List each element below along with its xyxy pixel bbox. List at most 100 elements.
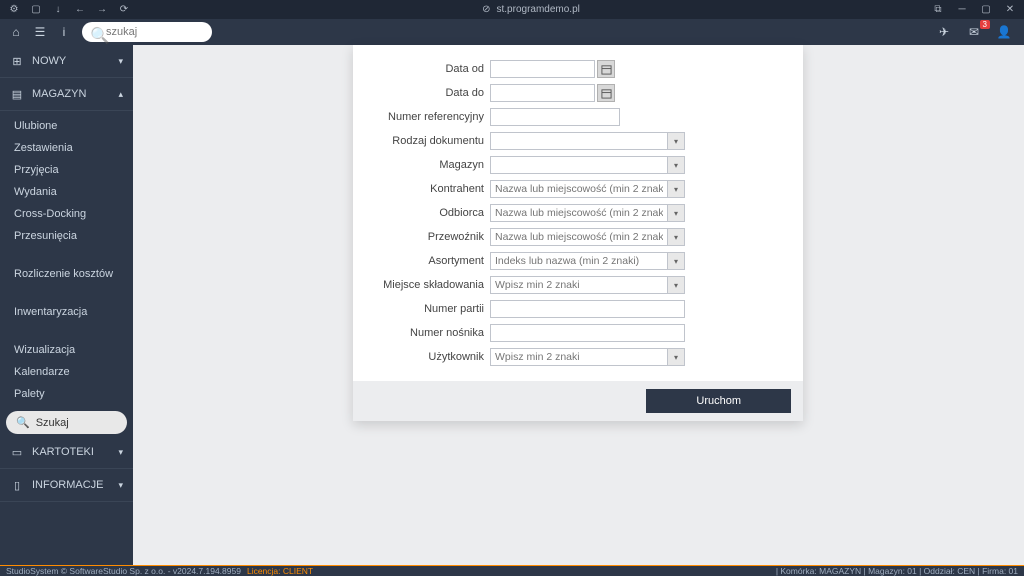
combo-input[interactable] xyxy=(490,276,667,294)
combo-input[interactable] xyxy=(490,132,667,150)
url-text: st.programdemo.pl xyxy=(497,4,580,15)
document-icon: ▯ xyxy=(10,478,24,492)
run-button[interactable]: Uruchom xyxy=(646,389,791,413)
dropdown-button[interactable]: ▾ xyxy=(667,348,685,366)
sidebar-section-kartoteki[interactable]: ▭ KARTOTEKI ▾ xyxy=(0,436,133,469)
window-titlebar: ⚙ ▢ ↓ ← → ⟳ ⊘ st.programdemo.pl ⧉ ─ ▢ ✕ xyxy=(0,0,1024,19)
forward-icon[interactable]: → xyxy=(96,4,108,16)
combo-rodzaj[interactable]: ▾ xyxy=(490,132,685,150)
copy-icon[interactable]: ⧉ xyxy=(932,4,944,16)
warehouse-icon: ▤ xyxy=(10,87,24,101)
sidebar-item[interactable]: Inwentaryzacja xyxy=(0,301,133,323)
download-icon[interactable]: ↓ xyxy=(52,4,64,16)
dropdown-button[interactable]: ▾ xyxy=(667,132,685,150)
combo-input[interactable] xyxy=(490,228,667,246)
combo-miejsce[interactable]: ▾ xyxy=(490,276,685,294)
sidebar-item[interactable]: Wydania xyxy=(0,181,133,203)
list-icon[interactable]: ☰ xyxy=(30,22,50,42)
notif-badge: 3 xyxy=(980,20,990,29)
combo-przewoznik[interactable]: ▾ xyxy=(490,228,685,246)
sidebar-group-4: Wizualizacja Kalendarze Palety xyxy=(0,335,133,409)
sidebar-item[interactable]: Rozliczenie kosztów xyxy=(0,263,133,285)
close-icon[interactable]: ✕ xyxy=(1004,4,1016,16)
combo-input[interactable] xyxy=(490,204,667,222)
sidebar-label: INFORMACJE xyxy=(32,479,104,491)
calendar-button[interactable] xyxy=(597,84,615,102)
search-icon: 🔍 xyxy=(90,26,102,38)
sidebar-item[interactable]: Ulubione xyxy=(0,115,133,137)
input-data-od[interactable] xyxy=(490,60,595,78)
input-partia[interactable] xyxy=(490,300,685,318)
minimize-icon[interactable]: ─ xyxy=(956,4,968,16)
sidebar-item[interactable]: Cross-Docking xyxy=(0,203,133,225)
combo-kontrahent[interactable]: ▾ xyxy=(490,180,685,198)
app-topbar: ⌂ ☰ i 🔍 ✈ ✉3 👤 xyxy=(0,19,1024,45)
label-data-do: Data do xyxy=(365,87,490,99)
home-icon[interactable]: ⌂ xyxy=(6,22,26,42)
maximize-icon[interactable]: ▢ xyxy=(980,4,992,16)
combo-asortyment[interactable]: ▾ xyxy=(490,252,685,270)
plane-icon[interactable]: ✈ xyxy=(934,22,954,42)
combo-input[interactable] xyxy=(490,252,667,270)
label-magazyn: Magazyn xyxy=(365,159,490,171)
sidebar-item[interactable]: Zestawienia xyxy=(0,137,133,159)
dropdown-button[interactable]: ▾ xyxy=(667,228,685,246)
sidebar-section-nowy[interactable]: ⊞ NOWY ▾ xyxy=(0,45,133,78)
plus-box-icon: ⊞ xyxy=(10,54,24,68)
status-copyright: StudioSystem © SoftwareStudio Sp. z o.o.… xyxy=(6,566,241,576)
dropdown-button[interactable]: ▾ xyxy=(667,276,685,294)
chevron-down-icon: ▾ xyxy=(118,480,123,491)
sidebar-section-magazyn[interactable]: ▤ MAGAZYN ▴ xyxy=(0,78,133,111)
input-data-do[interactable] xyxy=(490,84,595,102)
dropdown-button[interactable]: ▾ xyxy=(667,252,685,270)
sidebar-item-szukaj[interactable]: 🔍 Szukaj xyxy=(6,411,127,434)
sidebar-group-2: Rozliczenie kosztów xyxy=(0,259,133,289)
status-context: | Komórka: MAGAZYN | Magazyn: 01 | Oddzi… xyxy=(776,566,1018,576)
back-icon[interactable]: ← xyxy=(74,4,86,16)
label-uzytkownik: Użytkownik xyxy=(365,351,490,363)
dropdown-button[interactable]: ▾ xyxy=(667,156,685,174)
sidebar-item[interactable]: Wizualizacja xyxy=(0,339,133,361)
sidebar-item[interactable]: Przyjęcia xyxy=(0,159,133,181)
search-input[interactable] xyxy=(106,26,204,38)
input-nosnik[interactable] xyxy=(490,324,685,342)
sidebar-label: Szukaj xyxy=(36,417,69,429)
combo-uzytkownik[interactable]: ▾ xyxy=(490,348,685,366)
sidebar-item[interactable]: Palety xyxy=(0,383,133,405)
info-icon[interactable]: i xyxy=(54,22,74,42)
browser-menu-icon[interactable]: ⚙ xyxy=(8,4,20,16)
label-partia: Numer partii xyxy=(365,303,490,315)
main-content: Data od Data do Numer referencyjny Rodza… xyxy=(133,45,1024,565)
calendar-button[interactable] xyxy=(597,60,615,78)
combo-input[interactable] xyxy=(490,156,667,174)
chevron-up-icon: ▴ xyxy=(118,89,123,100)
status-bar: StudioSystem © SoftwareStudio Sp. z o.o.… xyxy=(0,565,1024,576)
dropdown-button[interactable]: ▾ xyxy=(667,180,685,198)
panel-icon[interactable]: ▢ xyxy=(30,4,42,16)
chevron-down-icon: ▾ xyxy=(118,447,123,458)
label-odbiorca: Odbiorca xyxy=(365,207,490,219)
sidebar-label: NOWY xyxy=(32,55,66,67)
sidebar-label: KARTOTEKI xyxy=(32,446,94,458)
sidebar-item[interactable]: Przesunięcia xyxy=(0,225,133,247)
dropdown-button[interactable]: ▾ xyxy=(667,204,685,222)
combo-odbiorca[interactable]: ▾ xyxy=(490,204,685,222)
label-nosnik: Numer nośnika xyxy=(365,327,490,339)
combo-input[interactable] xyxy=(490,180,667,198)
sidebar-label: MAGAZYN xyxy=(32,88,86,100)
panel-footer: Uruchom xyxy=(353,381,803,421)
label-przewoznik: Przewoźnik xyxy=(365,231,490,243)
search-box[interactable]: 🔍 xyxy=(82,22,212,42)
input-numer-ref[interactable] xyxy=(490,108,620,126)
cards-icon: ▭ xyxy=(10,445,24,459)
combo-input[interactable] xyxy=(490,348,667,366)
mail-icon[interactable]: ✉3 xyxy=(964,22,984,42)
label-numer-ref: Numer referencyjny xyxy=(365,111,490,123)
search-icon: 🔍 xyxy=(16,416,30,429)
label-kontrahent: Kontrahent xyxy=(365,183,490,195)
sidebar-section-informacje[interactable]: ▯ INFORMACJE ▾ xyxy=(0,469,133,502)
user-icon[interactable]: 👤 xyxy=(994,22,1014,42)
sidebar-item[interactable]: Kalendarze xyxy=(0,361,133,383)
refresh-icon[interactable]: ⟳ xyxy=(118,4,130,16)
combo-magazyn[interactable]: ▾ xyxy=(490,156,685,174)
